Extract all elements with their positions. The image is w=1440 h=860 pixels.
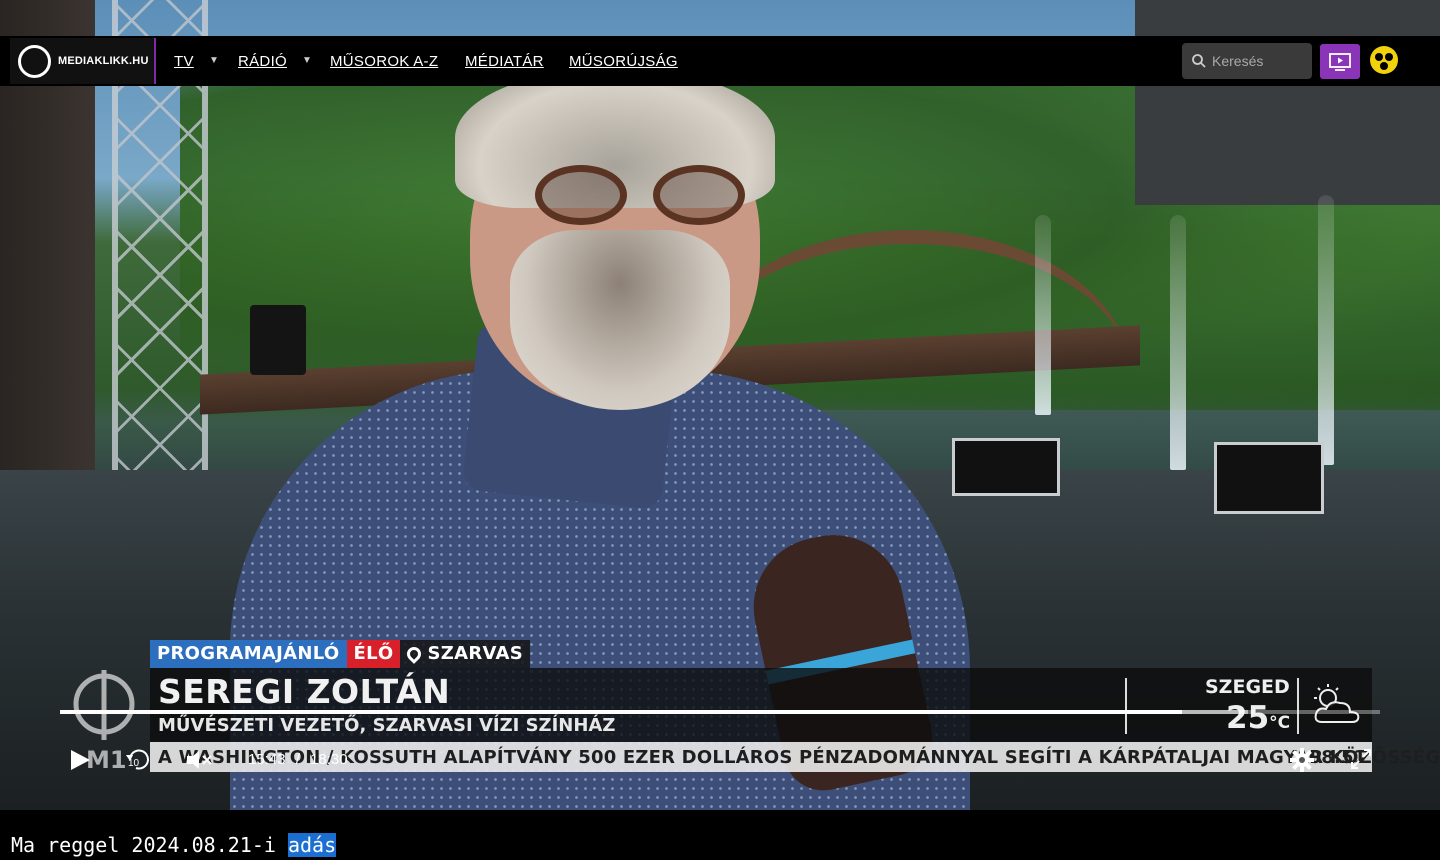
nav-item-mediatar[interactable]: MÉDIATÁR bbox=[465, 53, 544, 70]
time-display: 15:43 / 18:30 bbox=[248, 751, 348, 768]
mute-button[interactable] bbox=[185, 749, 213, 771]
rewind-seconds: 10 bbox=[128, 758, 140, 769]
speaker-name: SEREGI ZOLTÁN bbox=[158, 672, 451, 711]
location-pin-icon bbox=[404, 644, 425, 664]
play-button[interactable] bbox=[68, 748, 92, 772]
beard bbox=[510, 230, 730, 410]
scene-fountain bbox=[1035, 215, 1051, 415]
nav-item-musorok[interactable]: MŰSOROK A-Z bbox=[330, 53, 438, 70]
duration: 18:30 bbox=[310, 751, 348, 768]
chevron-down-icon[interactable]: ▼ bbox=[302, 55, 312, 66]
glasses bbox=[535, 165, 755, 225]
rewind-10-button[interactable]: 10 bbox=[124, 747, 152, 773]
weather-temp: 25°C bbox=[1226, 700, 1291, 736]
scene-screen bbox=[1135, 0, 1440, 205]
site-logo[interactable]: MEDIAKLIKK.HU bbox=[10, 38, 156, 84]
chevron-down-icon[interactable]: ▼ bbox=[209, 55, 219, 66]
live-tv-button[interactable] bbox=[1320, 44, 1360, 79]
ticker-text: A WASHINGTON / KOSSUTH ALAPÍTVÁNY 500 EZ… bbox=[158, 747, 1440, 768]
search-icon bbox=[1192, 54, 1206, 68]
divider bbox=[1125, 678, 1127, 734]
progress-bar[interactable] bbox=[60, 710, 1380, 714]
program-tag: PROGRAMAJÁNLÓ bbox=[150, 640, 347, 668]
episode-caption: Ma reggel 2024.08.21-i adás bbox=[11, 833, 337, 857]
settings-gear-icon[interactable] bbox=[1290, 748, 1314, 772]
search-box[interactable] bbox=[1182, 43, 1312, 79]
brand-text: MEDIAKLIKK.HU bbox=[58, 55, 149, 67]
caption-highlight: adás bbox=[287, 833, 337, 857]
search-input[interactable] bbox=[1212, 53, 1302, 69]
scene-fountain bbox=[1318, 195, 1334, 465]
nav-item-musorujsag[interactable]: MŰSORÚJSÁG bbox=[569, 53, 678, 70]
time-separator: / bbox=[295, 751, 300, 768]
location-tag: SZARVAS bbox=[400, 640, 530, 668]
tv-play-icon bbox=[1329, 52, 1351, 71]
scene-case bbox=[1214, 442, 1324, 514]
caption-text: Ma reggel 2024.08.21-i bbox=[11, 833, 288, 857]
fullscreen-icon[interactable] bbox=[1350, 748, 1372, 770]
weather-city: SZEGED bbox=[1205, 676, 1290, 698]
nav-item-radio[interactable]: RÁDIÓ bbox=[238, 53, 287, 70]
lower-third-bar: SEREGI ZOLTÁN MŰVÉSZETI VEZETŐ, SZARVASI… bbox=[150, 668, 1372, 742]
current-time: 15:43 bbox=[248, 751, 286, 768]
scene-fountain bbox=[1170, 215, 1186, 470]
accessibility-icon[interactable] bbox=[1369, 45, 1399, 75]
top-navigation: MEDIAKLIKK.HU TV ▼ RÁDIÓ ▼ MŰSOROK A-Z M… bbox=[0, 36, 1440, 86]
svg-text:M1: M1 bbox=[86, 746, 127, 774]
page: PROGRAMAJÁNLÓ ÉLŐ SZARVAS SEREGI ZOLTÁN … bbox=[0, 0, 1440, 860]
partly-cloudy-icon bbox=[1314, 684, 1360, 723]
progress-fill bbox=[60, 710, 1182, 714]
live-tag: ÉLŐ bbox=[346, 640, 401, 668]
video-player[interactable]: PROGRAMAJÁNLÓ ÉLŐ SZARVAS SEREGI ZOLTÁN … bbox=[0, 0, 1440, 810]
divider bbox=[1297, 678, 1299, 734]
lower-third-tags: PROGRAMAJÁNLÓ ÉLŐ SZARVAS bbox=[150, 640, 530, 668]
logo-ring-icon bbox=[18, 44, 51, 78]
speaker-role: MŰVÉSZETI VEZETŐ, SZARVASI VÍZI SZÍNHÁZ bbox=[158, 715, 616, 736]
nav-item-tv[interactable]: TV bbox=[174, 53, 194, 70]
location-label: SZARVAS bbox=[427, 643, 523, 664]
